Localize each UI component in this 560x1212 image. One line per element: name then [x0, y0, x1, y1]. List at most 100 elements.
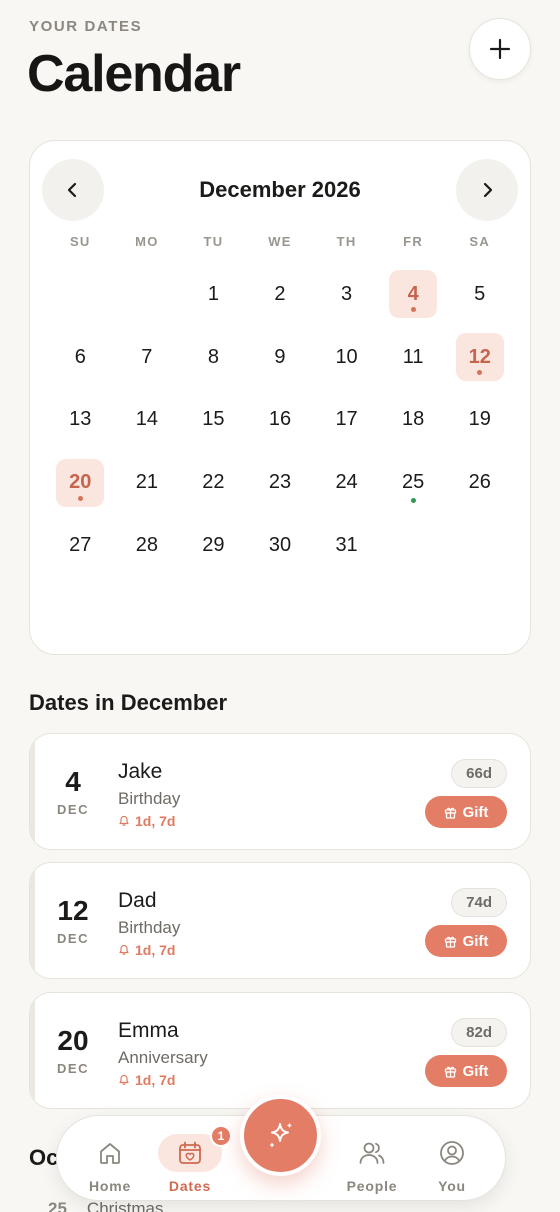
day-cell[interactable]: 4 [380, 263, 447, 326]
day-cell[interactable]: 11 [380, 326, 447, 389]
weekday-label: TU [203, 234, 224, 249]
day-cell[interactable]: 19 [446, 389, 513, 452]
day-number: 12 [455, 333, 504, 382]
day-number: 1 [207, 282, 219, 305]
day-cell[interactable]: 25 [380, 451, 447, 514]
day-cell[interactable]: 10 [313, 326, 380, 389]
day-cell[interactable]: 2 [247, 263, 314, 326]
day-cell[interactable]: 22 [180, 451, 247, 514]
weekday-label: SU [69, 234, 91, 249]
event-day: 12 [57, 895, 89, 926]
add-date-button[interactable] [469, 18, 531, 80]
day-number: 17 [335, 408, 358, 431]
day-number: 8 [207, 345, 219, 368]
day-number: 27 [69, 534, 92, 557]
event-reminders-text: 1d, 7d [135, 942, 176, 958]
gift-label: Gift [462, 932, 489, 950]
day-cell[interactable]: 16 [247, 389, 314, 452]
event-month: DEC [57, 1061, 89, 1076]
event-month: DEC [57, 931, 89, 946]
day-number: 6 [74, 345, 86, 368]
day-number: 16 [268, 408, 292, 431]
gift-button[interactable]: Gift [425, 1055, 507, 1087]
bell-icon [119, 944, 129, 955]
day-cell[interactable]: 9 [247, 326, 314, 389]
countdown-badge: 74d [451, 888, 507, 917]
day-cell[interactable]: 31 [313, 514, 380, 577]
day-cell[interactable]: 6 [47, 326, 114, 389]
day-number: 4 [389, 270, 438, 319]
day-blank [47, 263, 114, 326]
day-cell[interactable]: 5 [446, 263, 513, 326]
event-month: DEC [57, 802, 89, 817]
day-cell[interactable]: 26 [446, 451, 513, 514]
day-cell[interactable]: 7 [114, 326, 181, 389]
event-accent-bar [30, 993, 35, 1108]
weekday-header: SU MO TU WE TH FR SA [47, 234, 513, 249]
day-number: 7 [141, 345, 153, 368]
people-icon [359, 1142, 385, 1164]
month-title: December 2026 [199, 177, 361, 202]
day-cell[interactable]: 24 [313, 451, 380, 514]
section-heading: Dates in December [29, 690, 228, 715]
page-eyebrow: YOUR DATES [29, 18, 143, 35]
day-cell[interactable]: 18 [380, 389, 447, 452]
gift-button[interactable]: Gift [425, 796, 507, 828]
event-reminders: 1d, 7d [118, 813, 175, 829]
day-cell[interactable]: 28 [114, 514, 181, 577]
day-number: 26 [468, 471, 491, 494]
day-cell[interactable]: 14 [114, 389, 181, 452]
day-cell[interactable]: 8 [180, 326, 247, 389]
day-cell[interactable]: 29 [180, 514, 247, 577]
gift-label: Gift [462, 1062, 489, 1080]
day-number: 3 [341, 282, 353, 305]
day-number: 28 [135, 534, 158, 557]
day-cell[interactable]: 20 [47, 451, 114, 514]
weekday-label: FR [403, 234, 424, 249]
day-cell[interactable]: 12 [446, 326, 513, 389]
event-accent-bar [30, 734, 35, 849]
event-type: Anniversary [118, 1048, 208, 1067]
chevron-right-icon [483, 182, 493, 198]
day-cell[interactable]: 3 [313, 263, 380, 326]
day-number: 5 [474, 282, 486, 305]
day-cell[interactable]: 21 [114, 451, 181, 514]
bell-icon [119, 1074, 129, 1085]
calendar-heart-icon [179, 1141, 201, 1164]
day-number: 10 [335, 345, 358, 368]
next-month-button[interactable] [456, 159, 518, 221]
countdown-badge: 82d [451, 1018, 507, 1047]
event-card[interactable]: 12 DEC Dad Birthday 1d, 7d 74d Gift [29, 862, 531, 979]
tab-dates-label: Dates [168, 1178, 212, 1194]
calendar-card: December 2026 SU MO TU WE TH FR SA 1 2 3 4 5 6 7 8 9 10… [29, 140, 531, 655]
tab-you[interactable]: You [407, 1116, 497, 1202]
weekday-label: WE [268, 234, 292, 249]
event-type: Birthday [118, 789, 181, 808]
tab-people[interactable]: People [327, 1116, 417, 1202]
tab-home[interactable]: Home [65, 1116, 155, 1202]
ai-suggest-button[interactable] [240, 1095, 321, 1176]
tab-dates[interactable]: 1 Dates [145, 1116, 235, 1202]
event-reminders: 1d, 7d [118, 1072, 175, 1088]
day-cell[interactable]: 15 [180, 389, 247, 452]
day-cell[interactable]: 1 [180, 263, 247, 326]
day-cell[interactable]: 30 [247, 514, 314, 577]
day-number: 30 [268, 534, 292, 557]
day-cell[interactable]: 17 [313, 389, 380, 452]
event-name: Dad [118, 889, 157, 912]
day-cell[interactable]: 23 [247, 451, 314, 514]
day-number: 19 [468, 408, 491, 431]
event-card[interactable]: 20 DEC Emma Anniversary 1d, 7d 82d Gift [29, 992, 531, 1109]
tab-you-icon-wrap [420, 1134, 484, 1172]
event-card[interactable]: 4 DEC Jake Birthday 1d, 7d 66d Gift [29, 733, 531, 850]
day-number: 29 [202, 534, 225, 557]
day-number: 25 [389, 459, 437, 507]
day-cell[interactable]: 13 [47, 389, 114, 452]
day-cell[interactable]: 27 [47, 514, 114, 577]
day-number: 13 [69, 408, 92, 431]
event-dot [477, 370, 483, 376]
day-number: 23 [268, 471, 292, 494]
countdown-badge: 66d [451, 759, 507, 788]
gift-button[interactable]: Gift [425, 925, 507, 957]
plus-icon [489, 38, 511, 60]
